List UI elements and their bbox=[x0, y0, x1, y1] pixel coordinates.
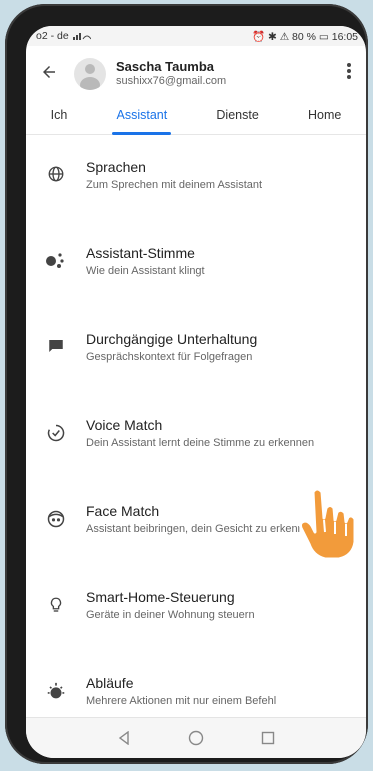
nav-back-triangle-icon[interactable] bbox=[112, 726, 136, 750]
item-title: Durchgängige Unterhaltung bbox=[86, 331, 258, 347]
back-arrow-icon[interactable] bbox=[40, 61, 68, 87]
screen: o2 - de ⏰ ✱ ⚠ 80 % ▭ 16:05 Sascha Taumba… bbox=[26, 26, 366, 758]
account-name: Sascha Taumba bbox=[116, 59, 215, 74]
item-subtitle: Assistant beibringen, dein Gesicht zu er… bbox=[86, 523, 316, 535]
item-title: Face Match bbox=[86, 503, 160, 519]
more-vert-icon[interactable] bbox=[340, 62, 358, 86]
lightbulb-icon bbox=[42, 595, 70, 615]
list-item-smart-home-steuerung[interactable]: Smart-Home-Steuerung Geräte in deiner Wo… bbox=[26, 587, 366, 673]
item-subtitle: Dein Assistant lernt deine Stimme zu erk… bbox=[86, 437, 315, 449]
list-item-assistant-stimme[interactable]: Assistant-Stimme Wie dein Assistant klin… bbox=[26, 243, 366, 329]
tab-bar: Ich Assistant Dienste Home bbox=[26, 102, 366, 135]
item-title: Sprachen bbox=[86, 159, 146, 175]
tap-hand-pointer-icon bbox=[299, 487, 357, 561]
item-subtitle: Mehrere Aktionen mit nur einem Befehl bbox=[86, 695, 277, 707]
item-subtitle: Zum Sprechen mit deinem Assistant bbox=[86, 179, 263, 191]
tab-dienste[interactable]: Dienste bbox=[216, 102, 258, 134]
carrier-label: o2 - de bbox=[36, 30, 69, 42]
chat-icon bbox=[42, 337, 70, 355]
item-subtitle: Wie dein Assistant klingt bbox=[86, 265, 205, 277]
nav-home-circle-icon[interactable] bbox=[184, 726, 208, 750]
tab-assistant[interactable]: Assistant bbox=[112, 102, 171, 135]
signal-icon bbox=[72, 30, 92, 43]
item-title: Smart-Home-Steuerung bbox=[86, 589, 235, 605]
list-item-sprachen[interactable]: Sprachen Zum Sprechen mit deinem Assista… bbox=[26, 157, 366, 243]
status-right-icons: ⏰ ✱ ⚠ 80 % ▭ 16:05 bbox=[252, 30, 358, 43]
phone-frame: o2 - de ⏰ ✱ ⚠ 80 % ▭ 16:05 Sascha Taumba… bbox=[5, 4, 368, 764]
tab-home[interactable]: Home bbox=[308, 102, 341, 134]
voice-match-icon bbox=[42, 423, 70, 443]
assistant-dots-icon bbox=[42, 251, 70, 269]
face-icon bbox=[42, 509, 70, 529]
item-title: Abläufe bbox=[86, 675, 134, 691]
status-bar: o2 - de ⏰ ✱ ⚠ 80 % ▭ 16:05 bbox=[26, 26, 366, 46]
tab-ich[interactable]: Ich bbox=[51, 102, 68, 134]
app-bar: Sascha Taumba sushixx76@gmail.com bbox=[26, 46, 366, 102]
globe-icon bbox=[42, 165, 70, 183]
item-subtitle: Geräte in deiner Wohnung steuern bbox=[86, 609, 255, 621]
settings-list: Sprachen Zum Sprechen mit deinem Assista… bbox=[26, 135, 366, 758]
account-email: sushixx76@gmail.com bbox=[116, 75, 227, 88]
account-info[interactable]: Sascha Taumba sushixx76@gmail.com bbox=[116, 59, 226, 89]
item-title: Voice Match bbox=[86, 417, 163, 433]
item-subtitle: Gesprächskontext für Folgefragen bbox=[86, 351, 253, 363]
list-item-durchgaengige-unterhaltung[interactable]: Durchgängige Unterhaltung Gesprächskonte… bbox=[26, 329, 366, 415]
avatar[interactable] bbox=[74, 58, 106, 90]
routine-icon bbox=[42, 681, 70, 703]
system-nav-bar bbox=[26, 717, 366, 758]
item-title: Assistant-Stimme bbox=[86, 245, 195, 261]
nav-recents-square-icon[interactable] bbox=[256, 726, 280, 750]
